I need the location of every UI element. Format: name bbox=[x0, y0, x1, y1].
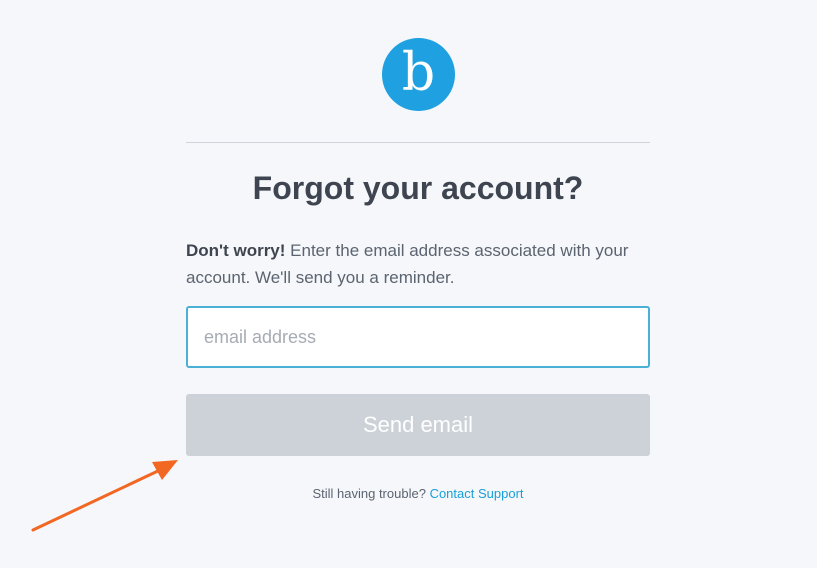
page-title: Forgot your account? bbox=[252, 170, 584, 206]
instructions-text: Don't worry! Enter the email address ass… bbox=[186, 237, 650, 291]
contact-support-link[interactable]: Contact Support bbox=[430, 486, 524, 501]
instructions-emphasis: Don't worry! bbox=[186, 241, 286, 260]
help-text: Still having trouble? bbox=[312, 486, 426, 501]
brand-logo-letter: b bbox=[401, 42, 436, 103]
annotation-arrow-shaft bbox=[31, 468, 162, 532]
brand-logo: b bbox=[382, 38, 455, 111]
annotation-arrow-head bbox=[152, 460, 178, 480]
help-line: Still having trouble? Contact Support bbox=[186, 486, 650, 501]
divider bbox=[186, 142, 650, 143]
send-email-button[interactable]: Send email bbox=[186, 394, 650, 456]
email-address-input[interactable] bbox=[186, 306, 650, 368]
